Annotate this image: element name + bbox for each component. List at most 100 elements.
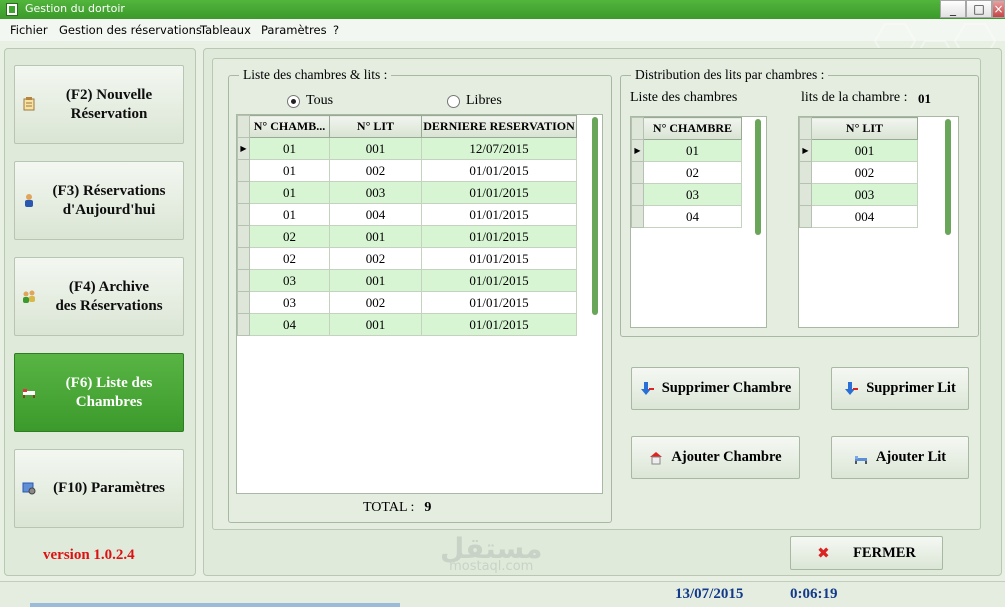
row-selector[interactable] [237, 159, 250, 182]
delete-room-button[interactable]: Supprimer Chambre [631, 367, 800, 410]
table-row[interactable]: 03 002 01/01/2015 [237, 291, 577, 314]
filter-all-radio[interactable]: Tous [287, 93, 333, 109]
nav-nouvelle-reservation[interactable]: (F2) Nouvelle Réservation [14, 65, 184, 144]
nav-archive-reservations[interactable]: (F4) Archive des Réservations [14, 257, 184, 336]
cell-lit: 004 [329, 203, 422, 226]
cell-lit: 001 [329, 313, 422, 336]
version-label: version 1.0.2.4 [43, 547, 135, 563]
add-room-button[interactable]: Ajouter Chambre [631, 436, 800, 479]
row-selector[interactable] [237, 313, 250, 336]
cell-lit: 003 [329, 181, 422, 204]
row-selector[interactable] [237, 291, 250, 314]
status-progress-strip [30, 603, 400, 607]
minimize-button[interactable]: _ [940, 0, 966, 18]
beds-scrollbar[interactable] [945, 119, 951, 235]
col-derniere-reservation-header[interactable]: DERNIERE RESERVATION [421, 115, 577, 138]
grid-scrollbar[interactable] [592, 117, 598, 315]
watermark: مستقل mostaql.com [440, 532, 542, 574]
person-icon [25, 194, 33, 207]
add-bed-button[interactable]: Ajouter Lit [831, 436, 969, 479]
delete-bed-button[interactable]: Supprimer Lit [831, 367, 969, 410]
table-row[interactable]: 02 002 01/01/2015 [237, 247, 577, 270]
list-item[interactable]: 03 [631, 183, 742, 206]
cell-lit: 002 [329, 291, 422, 314]
filter-free-radio[interactable]: Libres [447, 93, 502, 109]
table-row[interactable]: 04 001 01/01/2015 [237, 313, 577, 336]
row-selector-current[interactable]: ▶ [799, 139, 812, 162]
row-selector[interactable] [237, 269, 250, 292]
close-button[interactable]: ✖ FERMER [790, 536, 943, 570]
arrow-down-icon [845, 381, 859, 395]
beds-grid[interactable]: N° LIT ▶ 001 002 003 004 [798, 116, 959, 328]
row-selector-current[interactable]: ▶ [631, 139, 644, 162]
row-selector[interactable] [237, 181, 250, 204]
table-row[interactable]: 01 004 01/01/2015 [237, 203, 577, 226]
table-row[interactable]: 01 002 01/01/2015 [237, 159, 577, 182]
room-number: 03 [643, 183, 742, 206]
col-n-lit-header[interactable]: N° LIT [811, 117, 918, 140]
list-item[interactable]: ▶ 01 [631, 139, 742, 162]
col-lit-header[interactable]: N° LIT [329, 115, 422, 138]
title-bar: Gestion du dortoir [0, 0, 1005, 19]
bed-number: 002 [811, 161, 918, 184]
cell-date: 01/01/2015 [421, 225, 577, 248]
main-panel: Liste des chambres & lits : Tous Libres … [203, 48, 1002, 576]
maximize-button[interactable]: □ [966, 0, 992, 18]
close-label: FERMER [853, 544, 916, 561]
row-selector[interactable] [631, 205, 644, 228]
list-item[interactable]: ▶ 001 [799, 139, 918, 162]
filter-free-label: Libres [466, 93, 502, 108]
rooms-beds-group: Liste des chambres & lits : Tous Libres … [228, 67, 612, 523]
row-selector[interactable] [237, 247, 250, 270]
col-chambre-header[interactable]: N° CHAMB... [249, 115, 330, 138]
bed-number: 004 [811, 205, 918, 228]
rooms-beds-grid[interactable]: N° CHAMB... N° LIT DERNIERE RESERVATION … [236, 114, 603, 494]
nav-reservations-aujourdhui[interactable]: (F3) Réservations d'Aujourd'hui [14, 161, 184, 240]
cell-lit: 001 [329, 137, 422, 160]
nav-parametres[interactable]: (F10) Paramètres [14, 449, 184, 528]
status-time: 0:06:19 [790, 586, 838, 602]
close-window-button[interactable]: × [992, 0, 1005, 18]
cell-date: 01/01/2015 [421, 313, 577, 336]
rooms-grid[interactable]: N° CHAMBRE ▶ 01 02 03 04 [630, 116, 767, 328]
menu-fichier[interactable]: Fichier [10, 23, 48, 37]
beds-of-room-label: lits de la chambre : [801, 90, 908, 105]
row-selector[interactable] [799, 183, 812, 206]
list-item[interactable]: 02 [631, 161, 742, 184]
cell-chambre: 02 [249, 225, 330, 248]
table-row[interactable]: 03 001 01/01/2015 [237, 269, 577, 292]
beds-grid-corner [799, 117, 812, 140]
sidebar: (F2) Nouvelle Réservation (F3) Réservatio… [4, 48, 196, 576]
menu-tableaux[interactable]: Tableaux [200, 23, 251, 37]
nav-reservations-aujourdhui-line1: (F3) Réservations [52, 182, 166, 199]
rooms-beds-title: Liste des chambres & lits : [239, 67, 392, 83]
row-selector[interactable] [799, 161, 812, 184]
menu-parametres[interactable]: Paramètres [261, 23, 327, 37]
list-item[interactable]: 002 [799, 161, 918, 184]
nav-reservations-aujourdhui-line2: d'Aujourd'hui [62, 201, 156, 218]
list-item[interactable]: 04 [631, 205, 742, 228]
col-n-chambre-header[interactable]: N° CHAMBRE [643, 117, 742, 140]
list-item[interactable]: 003 [799, 183, 918, 206]
row-selector[interactable] [799, 205, 812, 228]
row-selector[interactable] [237, 225, 250, 248]
nav-liste-chambres[interactable]: (F6) Liste des Chambres [14, 353, 184, 432]
menu-gestion-reservations[interactable]: Gestion des réservations [59, 23, 202, 37]
row-selector[interactable] [631, 183, 644, 206]
rooms-scrollbar[interactable] [755, 119, 761, 235]
menu-help[interactable]: ? [333, 23, 339, 37]
window-title: Gestion du dortoir [25, 2, 125, 15]
row-selector[interactable] [631, 161, 644, 184]
nav-liste-chambres-line1: (F6) Liste des [65, 374, 153, 391]
table-row[interactable]: 02 001 01/01/2015 [237, 225, 577, 248]
cell-date: 01/01/2015 [421, 291, 577, 314]
table-row[interactable]: 01 003 01/01/2015 [237, 181, 577, 204]
row-selector[interactable] [237, 203, 250, 226]
table-row[interactable]: ▶ 01 001 12/07/2015 [237, 137, 577, 160]
list-item[interactable]: 004 [799, 205, 918, 228]
watermark-latin: mostaql.com [449, 559, 534, 574]
arrow-down-icon [640, 381, 654, 395]
row-selector-current[interactable]: ▶ [237, 137, 250, 160]
cell-date: 01/01/2015 [421, 159, 577, 182]
cell-date: 01/01/2015 [421, 181, 577, 204]
